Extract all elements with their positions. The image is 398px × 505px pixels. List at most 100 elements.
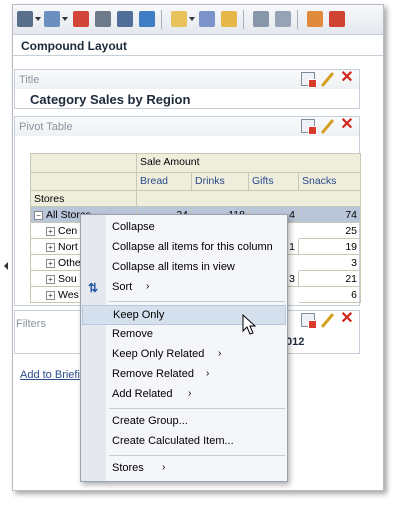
- expand-icon[interactable]: +: [46, 291, 55, 300]
- collapse-icon[interactable]: −: [34, 211, 43, 220]
- print-icon[interactable]: [17, 11, 33, 27]
- menu-item-label: Collapse all items for this column: [112, 241, 273, 253]
- expand-icon[interactable]: +: [46, 227, 55, 236]
- close-icon[interactable]: ✕: [339, 117, 355, 133]
- pivot-section-icons: ✕: [301, 117, 355, 135]
- preview-icon[interactable]: [95, 11, 111, 27]
- properties-icon[interactable]: [301, 72, 317, 88]
- submenu-arrow-icon: ›: [206, 368, 210, 379]
- title-section-icons: ✕: [301, 70, 355, 88]
- cell-value: 74: [299, 207, 361, 223]
- insert-icon[interactable]: [199, 11, 215, 27]
- menu-separator: [109, 455, 285, 456]
- share-icon[interactable]: [117, 11, 133, 27]
- filter-year-value: 012: [286, 336, 305, 348]
- properties-icon[interactable]: [307, 11, 323, 27]
- properties-icon[interactable]: [301, 119, 317, 135]
- close-icon[interactable]: ✕: [339, 70, 355, 86]
- filters-section-icons: ✕: [301, 311, 355, 329]
- column-header-gifts[interactable]: Gifts: [249, 173, 299, 191]
- menu-item-label: Sort: [112, 281, 133, 293]
- menu-item-label: Add Related: [112, 388, 173, 400]
- row-label-text: Nort: [58, 241, 78, 253]
- report-title: Category Sales by Region: [30, 92, 191, 107]
- menu-item-remove-related[interactable]: Remove Related ›: [82, 365, 286, 385]
- column-header-bread[interactable]: Bread: [137, 173, 192, 191]
- edit-icon[interactable]: [221, 11, 237, 27]
- filters-section-label: Filters: [16, 318, 46, 330]
- submenu-arrow-icon: ›: [146, 281, 150, 292]
- menu-item-collapse[interactable]: Collapse: [82, 218, 286, 238]
- mouse-cursor-icon: [242, 314, 257, 335]
- menu-item-add-related[interactable]: Add Related ›: [82, 385, 286, 405]
- expand-icon[interactable]: +: [46, 275, 55, 284]
- row-label-text: Sou: [58, 273, 77, 285]
- pivot-corner-cell: [30, 153, 137, 173]
- copy-icon[interactable]: [73, 11, 89, 27]
- cell-value: 6: [299, 287, 361, 303]
- layout-title: Compound Layout: [21, 39, 127, 53]
- measure-header[interactable]: Sale Amount: [137, 153, 361, 173]
- add-to-briefing-link[interactable]: Add to Briefi: [20, 369, 80, 381]
- cell-value: 21: [299, 271, 361, 287]
- export-dropdown-caret[interactable]: [62, 17, 68, 21]
- close-icon[interactable]: ✕: [339, 311, 355, 327]
- edit-pencil-icon[interactable]: [319, 313, 335, 329]
- collapse-pane-arrow-icon[interactable]: [4, 262, 8, 270]
- header-spacer: [137, 191, 361, 207]
- cell-value: 3: [299, 255, 361, 271]
- pivot-corner-cell: [30, 173, 137, 191]
- toolbar-divider: [297, 10, 298, 29]
- pivot-section-label: Pivot Table: [19, 121, 73, 133]
- expand-icon[interactable]: +: [46, 259, 55, 268]
- menu-item-label: Remove: [112, 328, 153, 340]
- sort-icon: ⇅: [88, 281, 99, 295]
- delete-icon[interactable]: [329, 11, 345, 27]
- menu-separator: [109, 301, 285, 302]
- menu-item-stores[interactable]: Stores ›: [82, 459, 286, 479]
- title-section: Title ✕ Category Sales by Region: [14, 69, 360, 109]
- submenu-arrow-icon: ›: [188, 388, 192, 399]
- toolbar-divider: [161, 10, 162, 29]
- submenu-arrow-icon: ›: [162, 462, 166, 473]
- menu-item-label: Remove Related: [112, 368, 194, 380]
- refresh-icon[interactable]: [139, 11, 155, 27]
- display-icon[interactable]: [275, 11, 291, 27]
- menu-item-label: Create Calculated Item...: [112, 435, 234, 447]
- menu-item-label: Collapse all items in view: [112, 261, 235, 273]
- toolbar-divider: [243, 10, 244, 29]
- row-header-stores[interactable]: Stores: [30, 191, 137, 207]
- menu-item-label: Keep Only Related: [112, 348, 205, 360]
- submenu-arrow-icon: ›: [218, 348, 222, 359]
- menu-item-label: Collapse: [112, 221, 155, 233]
- column-header-drinks[interactable]: Drinks: [192, 173, 249, 191]
- menu-item-label: Create Group...: [112, 415, 188, 427]
- edit-pencil-icon[interactable]: [319, 72, 335, 88]
- title-section-label: Title: [19, 74, 40, 86]
- row-label-text: Cen: [58, 225, 78, 237]
- column-header-snacks[interactable]: Snacks: [299, 173, 361, 191]
- properties-icon[interactable]: [301, 313, 317, 329]
- expand-icon[interactable]: +: [46, 243, 55, 252]
- cell-value: 25: [299, 223, 361, 239]
- menu-item-label: Keep Only: [113, 309, 165, 321]
- new-view-dropdown-caret[interactable]: [189, 17, 195, 21]
- menu-item-sort[interactable]: ⇅ Sort ›: [82, 278, 286, 298]
- row-label-text: Wes: [58, 289, 79, 301]
- context-menu: Collapse Collapse all items for this col…: [80, 214, 288, 482]
- row-label-text: Othe: [58, 257, 81, 269]
- menu-separator: [109, 408, 285, 409]
- edit-pencil-icon[interactable]: [319, 119, 335, 135]
- menu-item-create-calculated-item[interactable]: Create Calculated Item...: [82, 432, 286, 452]
- title-divider: [13, 55, 383, 56]
- menu-item-label: Stores: [112, 462, 144, 474]
- menu-item-keep-only-related[interactable]: Keep Only Related ›: [82, 345, 286, 365]
- print-dropdown-caret[interactable]: [35, 17, 41, 21]
- menu-item-create-group[interactable]: Create Group...: [82, 412, 286, 432]
- toolbar: [13, 5, 383, 35]
- menu-item-collapse-view[interactable]: Collapse all items in view: [82, 258, 286, 278]
- new-view-icon[interactable]: [171, 11, 187, 27]
- menu-item-collapse-column[interactable]: Collapse all items for this column: [82, 238, 286, 258]
- save-icon[interactable]: [253, 11, 269, 27]
- export-icon[interactable]: [44, 11, 60, 27]
